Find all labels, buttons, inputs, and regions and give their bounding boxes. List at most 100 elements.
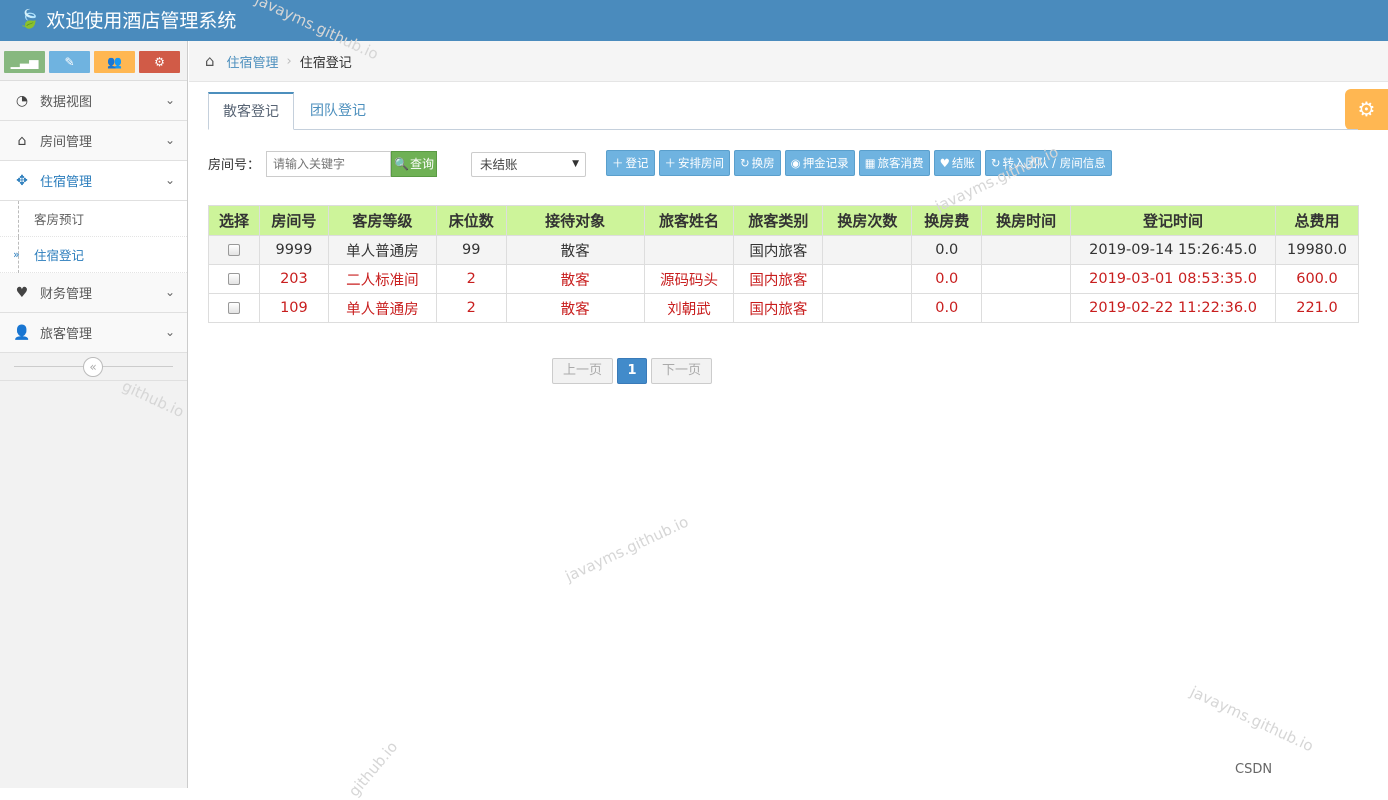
deposit-records-button[interactable]: ◉ 押金记录: [784, 150, 855, 176]
checkout-button[interactable]: ♥ 结账: [933, 150, 981, 176]
plus-icon: ＋: [664, 156, 677, 170]
users-icon: 👥: [107, 55, 122, 69]
sidebar-subitem-booking[interactable]: 客房预订: [0, 201, 187, 237]
sidebar-item-label: 住宿管理: [40, 175, 93, 190]
column-header[interactable]: 床位数: [435, 205, 507, 236]
tab-bar: 散客登记 团队登记: [208, 92, 1358, 130]
button-label: 旅客消费: [877, 156, 924, 170]
sidebar-item-lodging[interactable]: ✥ 住宿管理 ⌄: [0, 161, 187, 201]
table-cell: 0.0: [911, 264, 983, 294]
settings-shortcut-button[interactable]: ⚙: [139, 51, 180, 73]
sidebar-item-rooms[interactable]: ⌂ 房间管理 ⌄: [0, 121, 187, 161]
column-header[interactable]: 旅客姓名: [643, 205, 735, 236]
column-header[interactable]: 登记时间: [1070, 205, 1276, 236]
watermark: javayms.github.io: [1187, 682, 1317, 756]
register-button[interactable]: ＋登记: [606, 150, 655, 176]
column-header[interactable]: 房间号: [258, 205, 329, 236]
tree-line: [18, 201, 19, 237]
home-icon[interactable]: ⌂: [205, 52, 215, 70]
table-cell: 源码码头: [643, 264, 735, 294]
row-checkbox[interactable]: [227, 244, 240, 256]
table-cell: 单人普通房: [327, 293, 437, 323]
column-header[interactable]: 接待对象: [505, 205, 645, 236]
tab-group-checkin[interactable]: 团队登记: [295, 92, 381, 130]
assign-room-button[interactable]: ＋安排房间: [658, 150, 730, 176]
change-room-button[interactable]: ↻ 换房: [734, 150, 781, 176]
sidebar-item-guests[interactable]: 👤 旅客管理 ⌄: [0, 313, 187, 353]
leaf-icon: 🍃: [18, 9, 41, 30]
page-number-button[interactable]: 1: [617, 358, 648, 384]
table-row[interactable]: 109 单人普通房 2 散客 刘朝武 国内旅客 0.0 2019-02-22 1…: [208, 293, 1360, 323]
pagination: 上一页 1 下一页: [552, 358, 713, 384]
search-input[interactable]: [266, 150, 392, 177]
button-label: 结账: [951, 156, 975, 170]
grid-icon: ▦: [864, 156, 876, 170]
breadcrumb-separator-icon: ›: [286, 53, 292, 69]
table-cell: 二人标准间: [327, 264, 437, 294]
column-header[interactable]: 换房次数: [822, 205, 913, 236]
edit-shortcut-button[interactable]: ✎: [49, 51, 90, 73]
table-cell: [643, 235, 735, 265]
button-label: 押金记录: [802, 156, 849, 170]
breadcrumb-link-lodging[interactable]: 住宿管理: [227, 52, 279, 71]
chevron-down-icon: ⌄: [164, 173, 175, 187]
chart-shortcut-button[interactable]: ▁▃▅: [4, 51, 45, 73]
chevron-down-icon: ⌄: [164, 325, 175, 339]
cogs-icon: ⚙: [154, 55, 165, 69]
table-header-row: 选择 房间号 客房等级 床位数 接待对象 旅客姓名 旅客类别 换房次数 换房费 …: [208, 205, 1360, 236]
table-cell: 2019-03-01 08:53:35.0: [1070, 264, 1276, 294]
sidebar-item-label: 房间管理: [40, 135, 93, 150]
table-row[interactable]: 203 二人标准间 2 散客 源码码头 国内旅客 0.0 2019-03-01 …: [208, 264, 1360, 294]
sidebar-item-label: 财务管理: [40, 287, 93, 302]
table-cell: [822, 264, 913, 294]
table-cell: [822, 235, 913, 265]
double-angle-left-icon: «: [89, 360, 97, 374]
chevron-down-icon: ⌄: [164, 93, 175, 107]
table-cell: [822, 293, 913, 323]
row-checkbox[interactable]: [227, 302, 240, 314]
status-select[interactable]: 未结账 ▼: [471, 152, 586, 177]
sidebar: ▁▃▅ ✎ 👥 ⚙ ◔ 数据视图 ⌄ ⌂ 房间管理 ⌄ ✥ 住宿管理 ⌄ 客房预…: [0, 41, 188, 788]
sidebar-subitem-checkin[interactable]: » 住宿登记: [0, 237, 187, 273]
table-cell: 散客: [505, 264, 645, 294]
column-header[interactable]: 换房时间: [981, 205, 1072, 236]
collapse-sidebar-button[interactable]: «: [83, 357, 103, 377]
table-cell: 19980.0: [1274, 235, 1360, 265]
table-cell: [981, 235, 1072, 265]
refresh-icon: ↻: [740, 156, 750, 170]
table-cell: 刘朝武: [643, 293, 735, 323]
column-header[interactable]: 旅客类别: [733, 205, 824, 236]
table-cell: 散客: [505, 235, 645, 265]
heart-icon: ♥: [15, 284, 29, 301]
tab-individual-checkin[interactable]: 散客登记: [208, 92, 294, 130]
breadcrumb-current: 住宿登记: [299, 55, 352, 71]
query-button-label: 查询: [409, 157, 434, 171]
sidebar-subitem-label: 客房预订: [34, 212, 85, 227]
table-cell: 99: [435, 235, 507, 265]
watermark: javayms.github.io: [562, 512, 692, 586]
table-cell: 0.0: [911, 235, 983, 265]
query-button[interactable]: 🔍 查询: [391, 150, 438, 177]
top-navbar: 🍃 欢迎使用酒店管理系统: [0, 0, 1388, 41]
sidebar-item-data-view[interactable]: ◔ 数据视图 ⌄: [0, 81, 187, 121]
table-cell: 2019-09-14 15:26:45.0: [1070, 235, 1276, 265]
app-brand[interactable]: 🍃 欢迎使用酒店管理系统: [18, 6, 236, 33]
eye-icon: ◉: [790, 156, 801, 170]
button-label: 登记: [625, 156, 649, 170]
column-header[interactable]: 总费用: [1274, 205, 1360, 236]
table-cell: [981, 293, 1072, 323]
row-checkbox[interactable]: [227, 273, 240, 285]
table-cell: 国内旅客: [733, 293, 824, 323]
column-header[interactable]: 客房等级: [327, 205, 437, 236]
gear-icon: ⚙: [1357, 97, 1376, 121]
guest-consumption-button[interactable]: ▦ 旅客消费: [858, 150, 930, 176]
next-page-button[interactable]: 下一页: [651, 358, 713, 384]
chevron-down-icon: ⌄: [164, 133, 175, 147]
table-cell: 600.0: [1274, 264, 1360, 294]
users-shortcut-button[interactable]: 👥: [94, 51, 135, 73]
table-row[interactable]: 9999 单人普通房 99 散客 国内旅客 0.0 2019-09-14 15:…: [208, 235, 1360, 265]
table-cell: 2: [435, 293, 507, 323]
sidebar-item-finance[interactable]: ♥ 财务管理 ⌄: [0, 273, 187, 313]
prev-page-button[interactable]: 上一页: [552, 358, 614, 384]
button-label: 换房: [751, 156, 775, 170]
